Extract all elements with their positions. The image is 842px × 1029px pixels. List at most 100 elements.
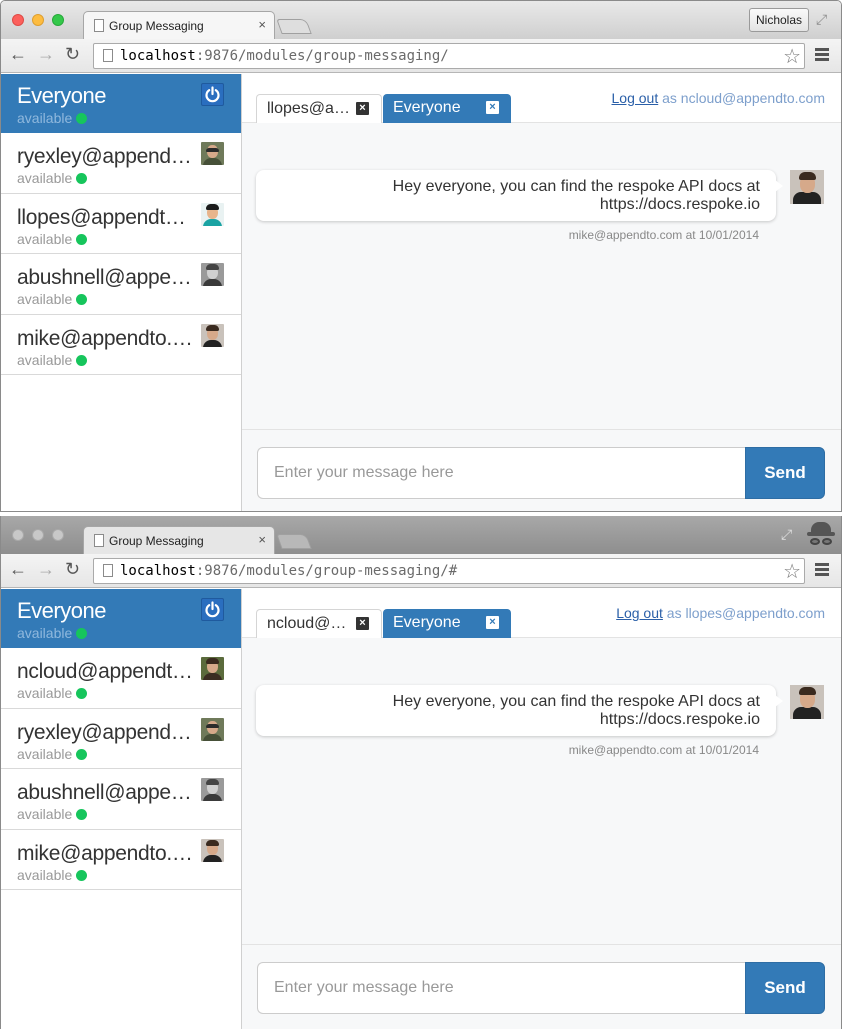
message-text-line: Hey everyone, you can find the respoke A… — [392, 178, 760, 195]
back-arrow-icon[interactable]: ← — [9, 559, 27, 580]
sidebar-item-user[interactable]: ryexley@appendto.com available — [1, 709, 241, 769]
back-arrow-icon[interactable]: ← — [9, 44, 27, 65]
address-bar[interactable]: localhost:9876/modules/group-messaging/ … — [93, 43, 805, 69]
logout-area: Log out as ncloud@appendto.com — [612, 90, 825, 106]
tab-everyone[interactable]: Everyone × — [383, 609, 511, 638]
bookmark-star-icon[interactable]: ☆ — [783, 44, 801, 69]
minimize-window-button[interactable] — [32, 529, 44, 541]
fullscreen-icon[interactable]: ⤢ — [781, 526, 792, 543]
status-dot — [76, 113, 88, 124]
user-status: available — [17, 867, 88, 883]
menu-icon[interactable] — [815, 48, 829, 63]
message-text-line[interactable]: https://docs.respoke.io — [272, 196, 760, 214]
power-icon[interactable] — [201, 83, 224, 106]
close-icon[interactable]: × — [258, 17, 266, 32]
user-status-text: available — [17, 806, 73, 822]
sidebar-group-everyone[interactable]: Everyone available — [1, 589, 241, 648]
close-icon[interactable]: × — [356, 102, 369, 115]
avatar — [790, 170, 824, 204]
status-dot — [76, 173, 88, 184]
avatar — [201, 717, 224, 741]
close-window-button[interactable] — [12, 529, 24, 541]
user-name: ncloud@appendto.com — [17, 660, 197, 683]
message-meta: mike@appendto.com at 10/01/2014 — [568, 228, 759, 242]
sidebar-group-everyone[interactable]: Everyone available — [1, 74, 241, 133]
browser-tab[interactable]: Group Messaging × — [83, 11, 275, 40]
tab-ncloud[interactable]: ncloud@appendto.com × — [256, 609, 382, 638]
user-status-text: available — [17, 685, 73, 701]
user-status: available — [17, 806, 88, 822]
new-tab-button[interactable] — [276, 534, 312, 549]
sidebar-item-user[interactable]: ncloud@appendto.com available — [1, 648, 241, 709]
close-icon[interactable]: × — [486, 616, 499, 629]
url-path: :9876/modules/group-messaging/# — [195, 563, 458, 579]
logout-link[interactable]: Log out — [616, 605, 663, 621]
sidebar-item-user[interactable]: abushnell@appendto.com available — [1, 769, 241, 830]
close-icon[interactable]: × — [486, 101, 499, 114]
status-dot — [76, 354, 88, 366]
minimize-window-button[interactable] — [32, 14, 44, 26]
chat-panel: llopes@appendto.com × Everyone × Log out… — [242, 74, 841, 511]
bookmark-star-icon[interactable]: ☆ — [783, 559, 801, 584]
send-button[interactable]: Send — [745, 447, 825, 499]
logged-in-as: as llopes@appendto.com — [666, 605, 825, 621]
group-status: available — [17, 110, 88, 126]
message-text-line[interactable]: https://docs.respoke.io — [272, 711, 760, 729]
avatar — [201, 202, 224, 226]
browser-tab[interactable]: Group Messaging × — [83, 526, 275, 555]
new-tab-button[interactable] — [276, 19, 312, 34]
address-bar[interactable]: localhost:9876/modules/group-messaging/#… — [93, 558, 805, 584]
user-name: llopes@appendto.com — [17, 205, 197, 229]
browser-toolbar: ← → ↻ localhost:9876/modules/group-messa… — [1, 39, 841, 73]
message-bubble: Hey everyone, you can find the respoke A… — [256, 170, 783, 221]
status-dot — [76, 294, 88, 305]
group-messaging-app: Everyone available ncloud@appendto.com a… — [1, 589, 841, 1029]
sidebar-item-user[interactable]: llopes@appendto.com available — [1, 194, 241, 254]
reload-icon[interactable]: ↻ — [65, 559, 80, 580]
close-icon[interactable]: × — [356, 617, 369, 630]
zoom-window-button[interactable] — [52, 529, 64, 541]
send-button[interactable]: Send — [745, 962, 825, 1014]
close-window-button[interactable] — [12, 14, 24, 26]
power-icon[interactable] — [201, 598, 224, 621]
tab-label: llopes@appendto.com — [267, 100, 351, 117]
fullscreen-icon[interactable]: ⤢ — [816, 11, 827, 28]
sidebar-item-user[interactable]: mike@appendto.com available — [1, 315, 241, 375]
user-name: mike@appendto.com — [17, 841, 197, 865]
reload-icon[interactable]: ↻ — [65, 44, 80, 65]
browser-toolbar: ← → ↻ localhost:9876/modules/group-messa… — [1, 554, 841, 588]
close-icon[interactable]: × — [258, 532, 266, 547]
browser-tab-strip: Group Messaging × Nicholas ⤢ — [1, 1, 841, 40]
message-text-line: Hey everyone, you can find the respoke A… — [392, 693, 760, 710]
message-input[interactable]: Enter your message here — [257, 447, 747, 499]
status-dot — [76, 233, 88, 245]
window-controls — [12, 14, 64, 26]
forward-arrow-icon[interactable]: → — [37, 559, 55, 580]
profile-button[interactable]: Nicholas — [749, 8, 809, 32]
avatar — [201, 263, 224, 286]
chat-tabs-bar: ncloud@appendto.com × Everyone × Log out… — [242, 589, 841, 638]
logged-in-as: as ncloud@appendto.com — [662, 90, 825, 106]
avatar — [790, 685, 824, 719]
tab-llopes[interactable]: llopes@appendto.com × — [256, 94, 382, 123]
group-name: Everyone — [17, 598, 106, 623]
sidebar-item-user[interactable]: ryexley@appendto.com available — [1, 133, 241, 194]
user-name: ryexley@appendto.com — [17, 720, 197, 744]
forward-arrow-icon[interactable]: → — [37, 44, 55, 65]
sidebar-item-user[interactable]: mike@appendto.com available — [1, 830, 241, 890]
message-input[interactable]: Enter your message here — [257, 962, 747, 1014]
avatar — [201, 142, 224, 165]
tab-everyone[interactable]: Everyone × — [383, 94, 511, 123]
user-name: ryexley@appendto.com — [17, 145, 197, 168]
user-status: available — [17, 352, 88, 368]
sidebar-item-user[interactable]: abushnell@appendto.com available — [1, 254, 241, 315]
browser-tab-title: Group Messaging — [109, 19, 204, 33]
user-status: available — [17, 685, 88, 701]
zoom-window-button[interactable] — [52, 14, 64, 26]
avatar — [201, 778, 224, 801]
message-composer: Enter your message here Send — [242, 429, 841, 511]
user-status: available — [17, 291, 88, 307]
user-status-text: available — [17, 291, 73, 307]
logout-link[interactable]: Log out — [612, 90, 659, 106]
menu-icon[interactable] — [815, 563, 829, 578]
